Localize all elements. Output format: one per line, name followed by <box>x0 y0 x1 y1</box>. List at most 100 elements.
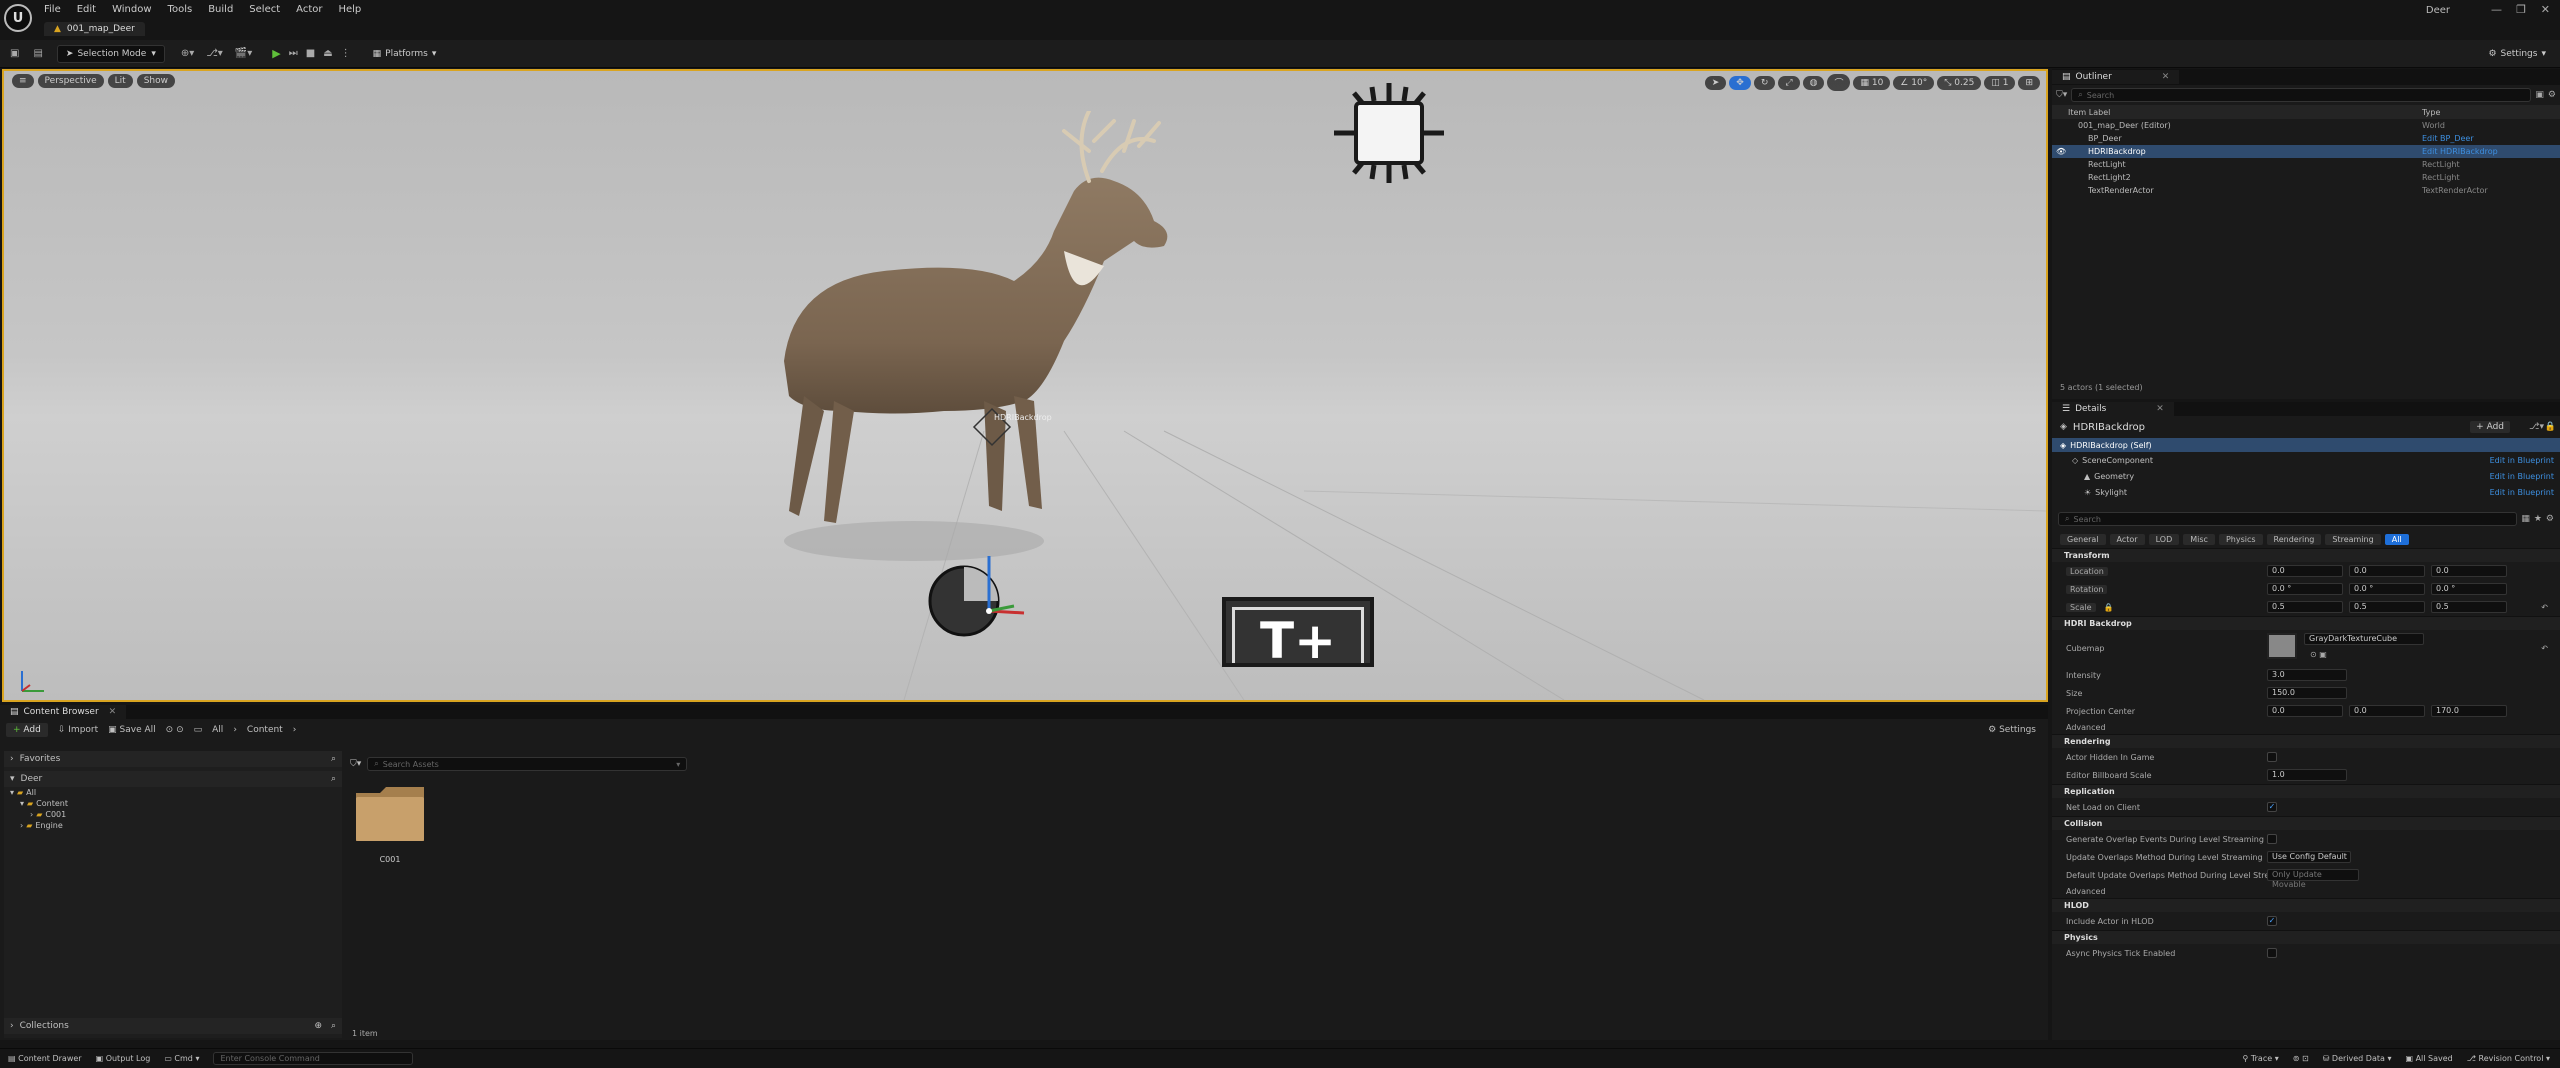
settings-button[interactable]: ⚙ Settings ▾ <box>2488 49 2546 59</box>
location-dropdown[interactable]: Location <box>2066 566 2108 576</box>
camera-speed-button[interactable]: ◫ 1 <box>1984 75 2016 90</box>
row-type-link[interactable]: Edit HDRIBackdrop <box>2422 147 2498 156</box>
projection-z-field[interactable]: 170.0 <box>2431 705 2507 717</box>
filter-lod[interactable]: LOD <box>2148 533 2180 545</box>
projection-x-field[interactable]: 0.0 <box>2267 705 2343 717</box>
outliner-tab[interactable]: ▤ Outliner ✕ <box>2052 70 2180 84</box>
unreal-logo-icon[interactable]: U <box>4 4 32 32</box>
close-tab-icon[interactable]: ✕ <box>2156 404 2164 414</box>
folder-c001[interactable] <box>354 783 426 843</box>
record-icons[interactable]: ⊚ ⊡ <box>2293 1054 2309 1063</box>
filter-icon[interactable]: ⛉▾ <box>2056 90 2067 100</box>
text-render-actor-icon[interactable]: T+ <box>1222 597 1374 670</box>
cb-settings-button[interactable]: ⚙ Settings <box>1988 725 2036 735</box>
tree-item-content[interactable]: ▾ ▰ Content <box>4 798 342 809</box>
actor-hidden-checkbox[interactable] <box>2267 752 2277 762</box>
filter-general[interactable]: General <box>2060 533 2106 545</box>
browse-icon[interactable]: ▤ <box>33 48 42 59</box>
grid-snap-button[interactable]: ▦ 10 <box>1853 75 1891 90</box>
lit-button[interactable]: Lit <box>107 74 133 88</box>
tree-item-all[interactable]: ▾ ▰ All <box>4 787 342 798</box>
favorites-header[interactable]: › Favorites ⌕ <box>4 751 342 767</box>
eject-icon[interactable]: ⏏ <box>323 48 332 59</box>
category-replication[interactable]: Replication <box>2052 784 2560 798</box>
tree-item-engine[interactable]: › ▰ Engine <box>4 820 342 831</box>
menu-file[interactable]: File <box>44 4 61 15</box>
maximize-viewport-icon[interactable]: ⊞ <box>2018 75 2040 90</box>
rotation-y-field[interactable]: 0.0 ° <box>2349 583 2425 595</box>
outliner-row-hdribackdrop[interactable]: 👁 HDRIBackdrop Edit HDRIBackdrop <box>2052 145 2560 158</box>
edit-in-blueprint-link[interactable]: Edit in Blueprint <box>2490 456 2554 465</box>
cmd-dropdown[interactable]: ▭ Cmd ▾ <box>164 1054 199 1063</box>
billboard-scale-field[interactable]: 1.0 <box>2267 769 2347 781</box>
scale-tool-icon[interactable]: ⤢ <box>1778 75 1800 90</box>
all-saved-button[interactable]: ▣ All Saved <box>2405 1054 2452 1063</box>
menu-build[interactable]: Build <box>208 4 233 15</box>
select-tool-icon[interactable]: ➤ <box>1704 75 1727 90</box>
add-component-button[interactable]: + Add <box>2470 421 2510 433</box>
blueprint-icon[interactable]: ⎇▾ <box>206 48 223 59</box>
outliner-row-rectlight[interactable]: RectLight RectLight <box>2052 158 2560 171</box>
menu-window[interactable]: Window <box>112 4 151 15</box>
scale-dropdown[interactable]: Scale <box>2066 602 2096 612</box>
level-tab[interactable]: ▲ 001_map_Deer <box>44 22 145 36</box>
category-rendering[interactable]: Rendering <box>2052 734 2560 748</box>
cinematics-icon[interactable]: 🎬▾ <box>235 48 252 59</box>
add-button[interactable]: + Add <box>6 723 48 737</box>
async-physics-checkbox[interactable] <box>2267 948 2277 958</box>
close-tab-icon[interactable]: ✕ <box>109 707 117 717</box>
blueprint-options-icon[interactable]: ⎇▾ <box>2529 422 2544 432</box>
rotation-dropdown[interactable]: Rotation <box>2066 584 2108 594</box>
filter-physics[interactable]: Physics <box>2218 533 2263 545</box>
surface-snap-icon[interactable]: ⌒ <box>1827 74 1851 91</box>
location-y-field[interactable]: 0.0 <box>2349 565 2425 577</box>
include-hlod-checkbox[interactable]: ✓ <box>2267 916 2277 926</box>
projection-y-field[interactable]: 0.0 <box>2349 705 2425 717</box>
asset-search-input[interactable]: ⌕ Search Assets ▾ <box>367 757 688 771</box>
generate-overlap-checkbox[interactable] <box>2267 834 2277 844</box>
rotate-tool-icon[interactable]: ↻ <box>1753 75 1776 90</box>
outliner-row-rectlight2[interactable]: RectLight2 RectLight <box>2052 171 2560 184</box>
component-skylight[interactable]: ☀ Skylight Edit in Blueprint <box>2052 484 2560 500</box>
import-button[interactable]: ⇩ Import <box>58 725 98 735</box>
location-x-field[interactable]: 0.0 <box>2267 565 2343 577</box>
move-tool-icon[interactable]: ✥ <box>1729 75 1751 90</box>
filter-actor[interactable]: Actor <box>2109 533 2145 545</box>
derived-data-button[interactable]: ⛁ Derived Data ▾ <box>2323 1054 2392 1063</box>
menu-select[interactable]: Select <box>249 4 280 15</box>
category-transform[interactable]: Transform <box>2052 548 2560 562</box>
content-browser-tab[interactable]: ▤ Content Browser ✕ <box>0 705 127 719</box>
property-matrix-icon[interactable]: ▦ <box>2521 514 2530 524</box>
menu-tools[interactable]: Tools <box>168 4 193 15</box>
history-back-icon[interactable]: ⊙ ⊙ <box>166 725 184 735</box>
maximize-icon[interactable]: ❐ <box>2516 3 2526 16</box>
rotation-x-field[interactable]: 0.0 ° <box>2267 583 2343 595</box>
save-all-button[interactable]: ▣ Save All <box>108 725 156 735</box>
perspective-button[interactable]: Perspective <box>37 74 104 88</box>
platforms-button[interactable]: ▦ Platforms ▾ <box>373 49 437 59</box>
filter-icon[interactable]: ⛉▾ <box>350 759 361 769</box>
filter-misc[interactable]: Misc <box>2183 533 2215 545</box>
outliner-row-textrenderactor[interactable]: TextRenderActor TextRenderActor <box>2052 184 2560 197</box>
output-log-button[interactable]: ▣ Output Log <box>96 1054 151 1063</box>
search-icon[interactable]: ⌕ <box>331 754 336 764</box>
filter-rendering[interactable]: Rendering <box>2266 533 2322 545</box>
selection-mode-dropdown[interactable]: ➤ Selection Mode ▾ <box>56 44 165 63</box>
add-actor-icon[interactable]: ⊕▾ <box>181 48 194 59</box>
category-hlod[interactable]: HLOD <box>2052 898 2560 912</box>
transform-gizmo[interactable] <box>984 551 1034 621</box>
breadcrumb-all[interactable]: All <box>212 725 223 735</box>
level-viewport[interactable]: ≡ Perspective Lit Show ➤ ✥ ↻ ⤢ ◍ ⌒ ▦ 10 … <box>2 69 2048 702</box>
browse-asset-icon[interactable]: ⊙ ▣ <box>2310 650 2327 659</box>
menu-help[interactable]: Help <box>338 4 361 15</box>
category-hdri-backdrop[interactable]: HDRI Backdrop <box>2052 616 2560 630</box>
rotation-snap-button[interactable]: ∠ 10° <box>1893 75 1935 90</box>
filter-streaming[interactable]: Streaming <box>2325 533 2381 545</box>
edit-in-blueprint-link[interactable]: Edit in Blueprint <box>2490 472 2554 481</box>
close-icon[interactable]: ✕ <box>2541 3 2550 16</box>
add-folder-icon[interactable]: ▣ <box>2535 90 2544 100</box>
scale-snap-button[interactable]: ⤡ 0.25 <box>1937 75 1982 90</box>
size-field[interactable]: 150.0 <box>2267 687 2347 699</box>
details-tab[interactable]: ☰ Details ✕ <box>2052 402 2174 416</box>
scale-x-field[interactable]: 0.5 <box>2267 601 2343 613</box>
